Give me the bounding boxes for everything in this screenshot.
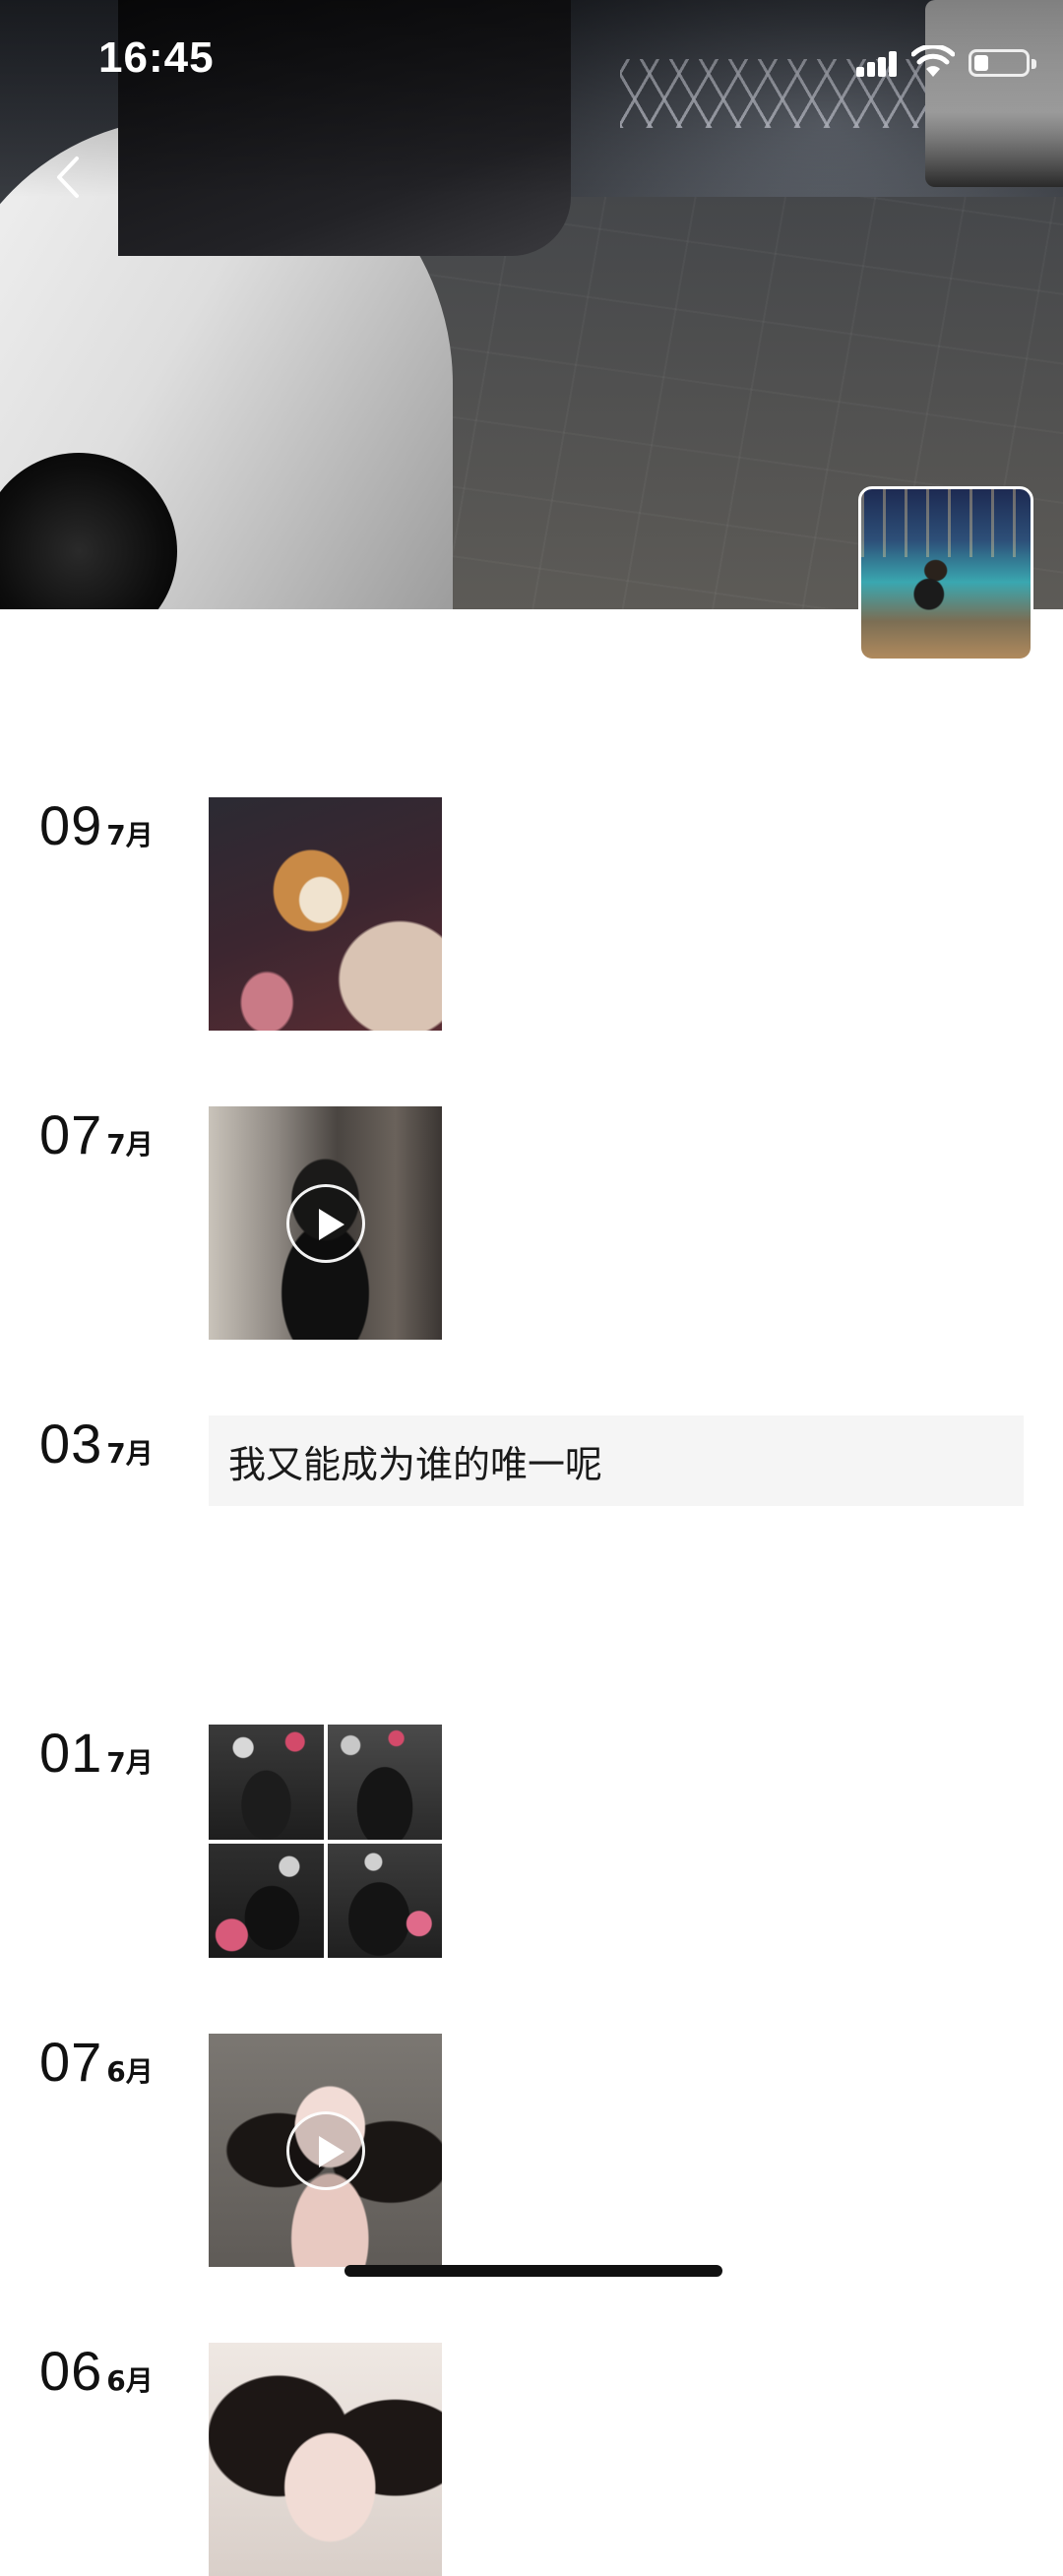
post-day: 06 bbox=[39, 2340, 103, 2402]
grid-photo bbox=[209, 1725, 324, 1840]
avatar[interactable] bbox=[858, 486, 1033, 661]
wifi-icon bbox=[911, 45, 955, 77]
post-month: 6月 bbox=[106, 2364, 154, 2397]
post-day: 07 bbox=[39, 2031, 103, 2093]
post-month: 7月 bbox=[106, 1437, 154, 1470]
grid-photo bbox=[327, 1843, 442, 1958]
signal-icon bbox=[856, 51, 897, 77]
back-button[interactable] bbox=[30, 138, 108, 217]
grid-photo bbox=[327, 1725, 442, 1840]
home-indicator[interactable] bbox=[344, 2265, 722, 2277]
post-date: 03 7月 bbox=[39, 1412, 154, 1476]
post-month: 6月 bbox=[106, 2055, 154, 2088]
post-day: 01 bbox=[39, 1722, 103, 1784]
battery-icon bbox=[969, 49, 1036, 77]
post-day: 03 bbox=[39, 1413, 103, 1475]
post-text-card[interactable]: 我又能成为谁的唯一呢 bbox=[209, 1415, 1024, 1506]
post-photo-grid[interactable] bbox=[209, 1725, 442, 1958]
play-icon bbox=[285, 1183, 365, 1263]
chevron-left-icon bbox=[57, 157, 79, 198]
post-month: 7月 bbox=[106, 1746, 154, 1779]
post-date: 06 6月 bbox=[39, 2339, 154, 2403]
status-bar: 16:45 bbox=[0, 0, 1063, 118]
post-date: 07 7月 bbox=[39, 1102, 154, 1166]
post-photo-thumbnail[interactable] bbox=[209, 2343, 442, 2576]
post-video-thumbnail[interactable] bbox=[209, 2034, 442, 2267]
status-time: 16:45 bbox=[98, 33, 215, 82]
post-date: 01 7月 bbox=[39, 1721, 154, 1785]
grid-photo bbox=[209, 1843, 324, 1958]
post-month: 7月 bbox=[106, 1128, 154, 1161]
play-icon bbox=[285, 2110, 365, 2190]
post-photo-thumbnail[interactable] bbox=[209, 797, 442, 1031]
post-text: 我又能成为谁的唯一呢 bbox=[228, 1442, 603, 1486]
battery-cap bbox=[1032, 59, 1036, 69]
post-day: 07 bbox=[39, 1103, 103, 1165]
post-video-thumbnail[interactable] bbox=[209, 1106, 442, 1340]
post-month: 7月 bbox=[106, 819, 154, 851]
post-date: 07 6月 bbox=[39, 2030, 154, 2094]
battery-level bbox=[974, 55, 988, 71]
post-day: 09 bbox=[39, 794, 103, 856]
post-date: 09 7月 bbox=[39, 793, 154, 857]
